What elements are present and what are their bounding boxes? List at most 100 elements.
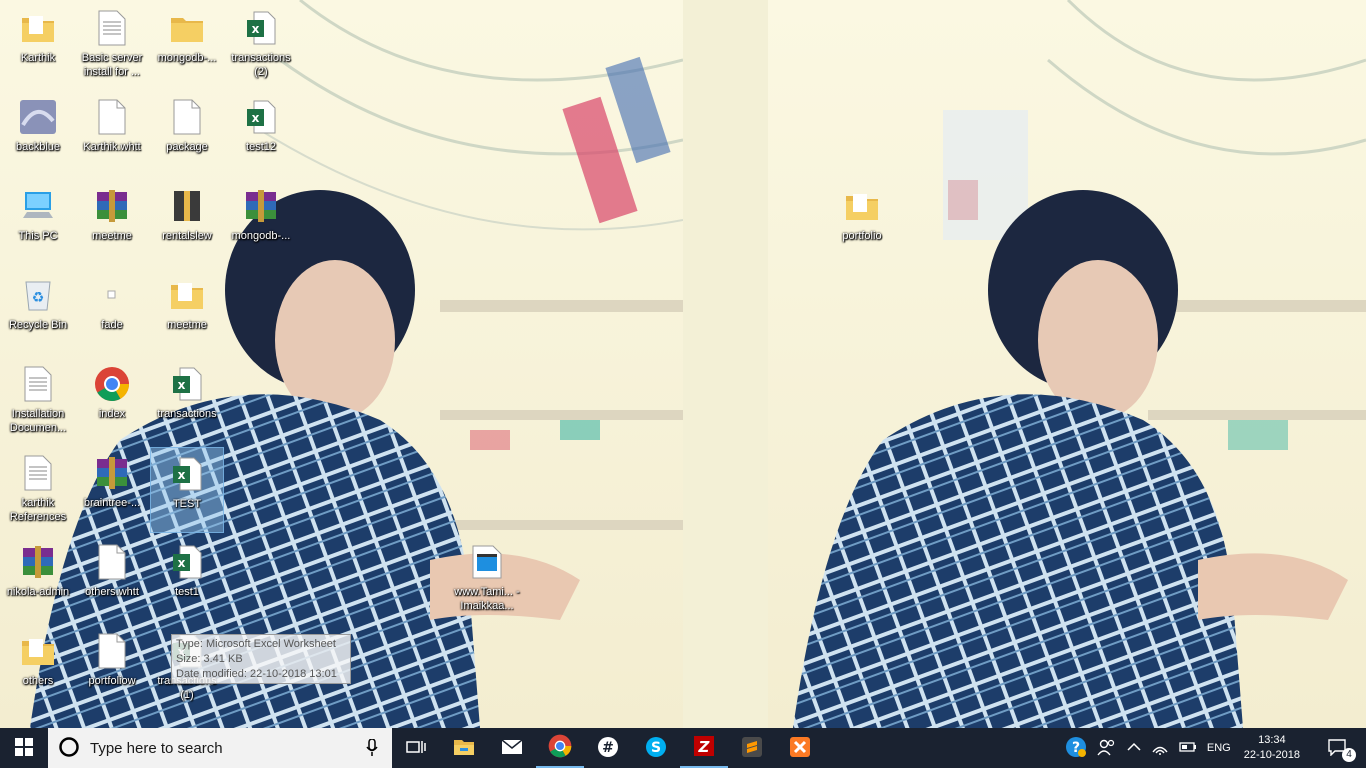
chrome-icon bbox=[92, 364, 132, 404]
svg-text:x: x bbox=[178, 468, 186, 482]
desktop[interactable]: Karthik backblue This PC ♻ Recycle Bin I… bbox=[0, 0, 1366, 728]
tray-clock[interactable]: 13:34 22-10-2018 bbox=[1236, 733, 1308, 763]
file-info-tooltip: Type: Microsoft Excel Worksheet Size: 3.… bbox=[171, 634, 351, 684]
clock-date: 22-10-2018 bbox=[1243, 749, 1300, 761]
svg-text:x: x bbox=[178, 556, 186, 570]
excel-file-icon: x bbox=[241, 97, 281, 137]
desktop-icon-nikola-admin[interactable]: nikola-admin bbox=[1, 536, 75, 622]
desktop-icon-rentalslew[interactable]: rentalslew bbox=[150, 180, 224, 266]
desktop-icon-grid: Karthik backblue This PC ♻ Recycle Bin I… bbox=[0, 0, 1366, 728]
people-icon bbox=[1097, 738, 1117, 759]
clock-time: 13:34 bbox=[1258, 734, 1286, 746]
desktop-icon-installation-documents[interactable]: Installation Documen... bbox=[1, 358, 75, 444]
folder-icon bbox=[842, 186, 882, 226]
desktop-icon-meetme-folder[interactable]: meetme bbox=[150, 269, 224, 355]
tooltip-date-modified: Date modified: 22-10-2018 13:01 bbox=[176, 668, 337, 680]
excel-file-icon: x bbox=[241, 8, 281, 48]
svg-text:S: S bbox=[651, 740, 661, 756]
tray-language[interactable]: ENG bbox=[1202, 728, 1236, 768]
text-file-icon bbox=[92, 8, 132, 48]
text-file-icon bbox=[18, 453, 58, 493]
start-button[interactable] bbox=[0, 728, 48, 768]
taskbar-file-explorer[interactable] bbox=[440, 728, 488, 768]
winrar-archive-icon bbox=[241, 186, 281, 226]
filezilla-icon: Z bbox=[693, 735, 715, 760]
taskbar-chrome[interactable] bbox=[536, 728, 584, 768]
desktop-icon-mongodb-folder[interactable]: mongodb-... bbox=[150, 2, 224, 88]
desktop-icon-recycle-bin[interactable]: ♻ Recycle Bin bbox=[1, 269, 75, 355]
taskbar-slack[interactable]: # bbox=[584, 728, 632, 768]
task-view-button[interactable] bbox=[392, 728, 440, 768]
desktop-icon-test[interactable]: x TEST bbox=[150, 447, 224, 533]
text-file-icon bbox=[18, 364, 58, 404]
desktop-icon-this-pc[interactable]: This PC bbox=[1, 180, 75, 266]
mail-icon bbox=[501, 738, 523, 758]
desktop-icon-others-whtt[interactable]: others.whtt bbox=[75, 536, 149, 622]
desktop-icon-portfolio[interactable]: portfolio bbox=[825, 180, 899, 266]
svg-text:x: x bbox=[252, 22, 260, 36]
taskbar-filezilla[interactable]: Z bbox=[680, 728, 728, 768]
video-file-icon bbox=[467, 542, 507, 582]
task-view-icon bbox=[406, 739, 426, 758]
excel-file-icon: x bbox=[167, 454, 207, 494]
xampp-icon bbox=[789, 736, 811, 761]
search-input[interactable] bbox=[88, 738, 352, 758]
desktop-icon-backblue[interactable]: backblue bbox=[1, 91, 75, 177]
desktop-icon-karthik-references[interactable]: karthik References bbox=[1, 447, 75, 533]
taskbar-xampp[interactable] bbox=[776, 728, 824, 768]
svg-text:x: x bbox=[178, 378, 186, 392]
folder-icon bbox=[18, 8, 58, 48]
desktop-icon-karthik[interactable]: Karthik bbox=[1, 2, 75, 88]
excel-file-icon: x bbox=[167, 364, 207, 404]
desktop-icon-others[interactable]: others bbox=[1, 625, 75, 711]
desktop-icon-mongodb-archive[interactable]: mongodb-... bbox=[224, 180, 298, 266]
windows-logo-icon bbox=[15, 737, 33, 759]
skype-icon: S bbox=[645, 736, 667, 761]
desktop-icon-basic-server-install[interactable]: Basic server install for ... bbox=[75, 2, 149, 88]
winrar-archive-icon bbox=[18, 542, 58, 582]
notification-count-badge: 4 bbox=[1342, 748, 1356, 762]
desktop-icon-index[interactable]: index bbox=[75, 358, 149, 444]
chrome-icon bbox=[548, 734, 572, 761]
taskbar-search[interactable] bbox=[48, 728, 392, 768]
blank-file-icon bbox=[167, 97, 207, 137]
help-icon: ? bbox=[1065, 736, 1087, 761]
tray-help[interactable]: ? bbox=[1060, 728, 1092, 768]
taskbar: # S Z ? bbox=[0, 728, 1366, 768]
desktop-icon-portfoliow[interactable]: portfoliow bbox=[75, 625, 149, 711]
folder-icon bbox=[167, 275, 207, 315]
desktop-icon-transactions[interactable]: x transactions bbox=[150, 358, 224, 444]
desktop-icon-fade[interactable]: fade bbox=[75, 269, 149, 355]
taskbar-skype[interactable]: S bbox=[632, 728, 680, 768]
wifi-icon bbox=[1151, 739, 1169, 758]
desktop-icon-braintree[interactable]: braintree-... bbox=[75, 447, 149, 533]
desktop-icon-transactions-2[interactable]: x transactions (2) bbox=[224, 2, 298, 88]
folder-icon bbox=[18, 631, 58, 671]
microphone-icon[interactable] bbox=[366, 738, 378, 760]
winrar-archive-icon bbox=[92, 453, 132, 493]
desktop-icon-meetme-archive[interactable]: meetme bbox=[75, 180, 149, 266]
image-file-icon bbox=[18, 97, 58, 137]
tray-network[interactable] bbox=[1146, 728, 1174, 768]
small-file-icon bbox=[92, 275, 132, 315]
desktop-icon-test1[interactable]: x test1 bbox=[150, 536, 224, 622]
folder-icon bbox=[167, 8, 207, 48]
tray-people[interactable] bbox=[1092, 728, 1122, 768]
desktop-icon-video-file[interactable]: www.Tami... - Imaikkaa... bbox=[450, 536, 524, 622]
tray-battery[interactable] bbox=[1174, 728, 1202, 768]
battery-icon bbox=[1179, 741, 1197, 756]
computer-icon bbox=[18, 186, 58, 226]
taskbar-sublime-text[interactable] bbox=[728, 728, 776, 768]
action-center-button[interactable]: 4 bbox=[1308, 728, 1366, 768]
taskbar-mail[interactable] bbox=[488, 728, 536, 768]
chevron-up-icon bbox=[1127, 742, 1141, 755]
desktop-icon-package[interactable]: package bbox=[150, 91, 224, 177]
system-tray: ? ENG 13:34 22-10-2018 4 bbox=[1060, 728, 1366, 768]
desktop-icon-karthik-whtt[interactable]: Karthik.whtt bbox=[75, 91, 149, 177]
svg-text:Z: Z bbox=[698, 738, 711, 756]
archive-folder-icon bbox=[167, 186, 207, 226]
tray-show-hidden[interactable] bbox=[1122, 728, 1146, 768]
svg-text:x: x bbox=[252, 111, 260, 125]
desktop-icon-test12[interactable]: x test12 bbox=[224, 91, 298, 177]
blank-file-icon bbox=[92, 97, 132, 137]
